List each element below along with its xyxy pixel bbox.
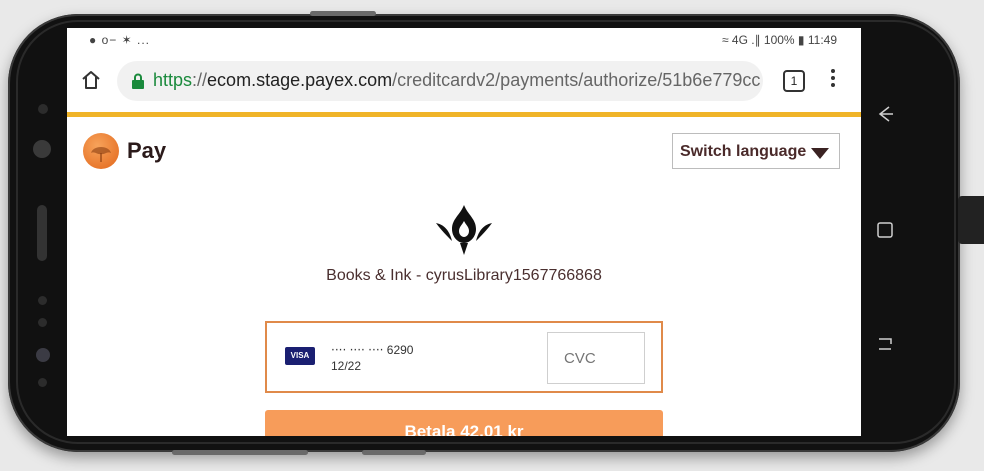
recents-nav-icon[interactable] <box>872 334 898 360</box>
status-notification-icons: ● о− ✶ ... <box>89 33 150 47</box>
phone-volume-button <box>172 450 308 455</box>
sensor-dot <box>38 318 47 327</box>
status-system-icons: ≈ 4G .∥ 100% ▮ 11:49 <box>721 33 837 47</box>
url-separator: :// <box>192 70 208 90</box>
language-select[interactable]: Switch language <box>672 133 840 169</box>
home-nav-icon[interactable] <box>872 220 898 246</box>
phone-side-button <box>362 450 426 455</box>
card-masked-number: ‧‧‧‧ ‧‧‧‧ ‧‧‧‧ 6290 <box>331 343 414 357</box>
sensor-dot <box>38 378 47 387</box>
tab-switcher-icon[interactable]: 1 <box>783 70 805 92</box>
overflow-menu-icon[interactable] <box>829 66 837 92</box>
language-select-label: Switch language <box>680 143 807 160</box>
merchant-logo-icon <box>432 203 496 257</box>
card-expiry: 12/22 <box>331 359 362 373</box>
front-camera <box>33 140 51 158</box>
phone-power-button <box>958 196 984 244</box>
payment-page: Pay Switch language Books & Ink - cyrusL… <box>67 117 861 436</box>
phone-screen: ● о− ✶ ... ≈ 4G .∥ 100% ▮ 11:49 https://… <box>67 28 861 436</box>
saved-card-selector[interactable]: VISA ‧‧‧‧ ‧‧‧‧ ‧‧‧‧ 6290 12/22 <box>265 321 663 393</box>
sensor-dot <box>38 296 47 305</box>
cvc-input[interactable] <box>547 332 645 384</box>
brand-logo-group: Pay <box>83 133 166 169</box>
url-text: https://ecom.stage.payex.com/creditcardv… <box>153 70 760 91</box>
url-domain: ecom.stage.payex.com <box>207 70 393 90</box>
phone-top-button <box>310 11 376 16</box>
merchant-name: Books & Ink - cyrusLibrary1567766868 <box>326 267 602 284</box>
dropdown-arrow-icon <box>811 148 829 159</box>
url-scheme: https <box>153 70 193 90</box>
url-path: /creditcardv2/payments/authorize/51b6e77… <box>392 70 761 90</box>
lock-icon <box>131 73 145 89</box>
back-nav-icon[interactable] <box>872 104 898 130</box>
pay-button[interactable]: Betala 42,01 kr <box>265 410 663 436</box>
speaker-slot <box>37 205 47 261</box>
status-bar: ● о− ✶ ... ≈ 4G .∥ 100% ▮ 11:49 <box>67 28 861 54</box>
address-bar[interactable]: https://ecom.stage.payex.com/creditcardv… <box>117 61 763 101</box>
visa-icon: VISA <box>285 347 315 365</box>
proximity-sensor <box>38 104 48 114</box>
home-icon[interactable] <box>79 68 103 92</box>
brand-name: Pay <box>127 138 167 163</box>
iris-sensor <box>36 348 50 362</box>
browser-toolbar: https://ecom.stage.payex.com/creditcardv… <box>67 54 861 117</box>
payex-tree-logo-icon <box>83 133 119 169</box>
